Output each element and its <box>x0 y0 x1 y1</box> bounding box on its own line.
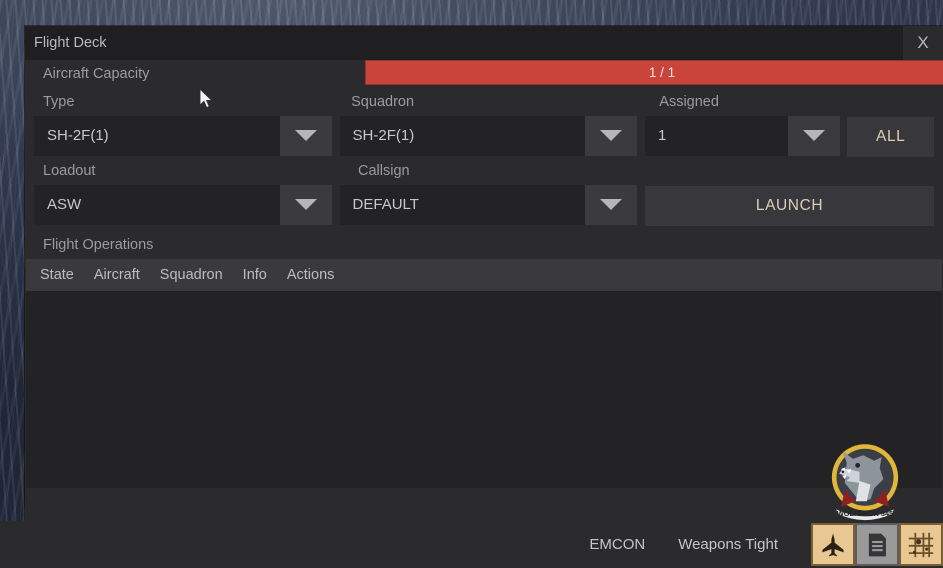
squadron-dropdown-button[interactable] <box>585 115 638 156</box>
chevron-down-icon <box>600 199 623 211</box>
field-label-row-2: Loadout Callsign <box>34 157 934 185</box>
dialog-titlebar: Flight Deck X <box>25 26 943 60</box>
aircraft-capacity-meter: 1 / 1 <box>365 60 943 85</box>
flight-deck-dialog: Flight Deck X 1 / 1 Aircraft Capacity Ty… <box>25 26 943 522</box>
squadron-label: Squadron <box>351 93 415 110</box>
launch-button[interactable]: LAUNCH <box>645 185 934 226</box>
callsign-dropdown-button[interactable] <box>585 184 638 225</box>
column-header-info[interactable]: Info <box>243 267 267 283</box>
aircraft-config-form: 1 / 1 Aircraft Capacity Type Squadron As… <box>25 60 943 259</box>
column-header-state[interactable]: State <box>40 267 74 283</box>
assigned-dropdown-button[interactable] <box>787 115 840 156</box>
patch-text: WOLFPACK 345 <box>837 509 893 518</box>
table-header-row: State Aircraft Squadron Info Actions <box>26 258 942 291</box>
squadron-value[interactable]: SH-2F(1) <box>339 115 586 156</box>
column-header-squadron[interactable]: Squadron <box>160 267 223 283</box>
bottom-toolbar: EMCON Weapons Tight <box>0 521 943 568</box>
document-icon <box>868 533 886 556</box>
callsign-value[interactable]: DEFAULT <box>339 184 586 225</box>
game-screen: Flight Deck X 1 / 1 Aircraft Capacity Ty… <box>0 0 943 568</box>
chevron-down-icon <box>802 130 825 142</box>
aircraft-icon <box>822 533 844 556</box>
dialog-title: Flight Deck <box>34 35 107 51</box>
chevron-down-icon <box>600 130 623 142</box>
map-grid-icon <box>908 532 934 557</box>
field-row-2: ASW DEFAULT LAUNCH <box>34 184 934 226</box>
assigned-value[interactable]: 1 <box>645 115 788 156</box>
assigned-label: Assigned <box>659 93 719 110</box>
loadout-select[interactable]: ASW <box>34 184 332 225</box>
type-value[interactable]: SH-2F(1) <box>34 115 280 156</box>
callsign-label: Callsign <box>358 162 410 179</box>
table-body-empty <box>26 290 942 488</box>
flight-operations-title: Flight Operations <box>43 236 154 253</box>
close-button[interactable]: X <box>903 26 943 60</box>
type-select[interactable]: SH-2F(1) <box>34 115 332 156</box>
field-row-1: SH-2F(1) SH-2F(1) 1 ALL <box>34 115 934 157</box>
squadron-select[interactable]: SH-2F(1) <box>339 115 638 156</box>
aircraft-capacity-label: Aircraft Capacity <box>43 66 150 82</box>
flight-operations-table: State Aircraft Squadron Info Actions <box>26 258 942 488</box>
callsign-select[interactable]: DEFAULT <box>339 184 638 225</box>
chevron-down-icon <box>294 199 317 211</box>
loadout-label: Loadout <box>43 162 96 179</box>
report-view-button[interactable] <box>855 523 899 566</box>
emcon-button[interactable]: EMCON <box>589 536 645 553</box>
assign-all-button[interactable]: ALL <box>847 116 934 157</box>
column-header-actions[interactable]: Actions <box>287 267 335 283</box>
mouse-cursor-icon <box>199 88 213 109</box>
map-view-button[interactable] <box>899 523 943 566</box>
toolbar-icon-group <box>811 523 943 567</box>
assigned-select[interactable]: 1 <box>645 115 840 156</box>
squadron-patch: WOLFPACK 345 <box>831 444 899 522</box>
loadout-dropdown-button[interactable] <box>279 184 332 225</box>
capacity-bar-fill: 1 / 1 <box>365 60 943 85</box>
aircraft-view-button[interactable] <box>811 523 855 566</box>
column-header-aircraft[interactable]: Aircraft <box>94 267 140 283</box>
loadout-value[interactable]: ASW <box>34 184 280 225</box>
type-dropdown-button[interactable] <box>279 115 332 156</box>
type-label: Type <box>43 93 75 110</box>
weapons-status-button[interactable]: Weapons Tight <box>678 536 778 553</box>
field-label-row-1: Type Squadron Assigned <box>34 88 934 116</box>
chevron-down-icon <box>294 130 317 142</box>
